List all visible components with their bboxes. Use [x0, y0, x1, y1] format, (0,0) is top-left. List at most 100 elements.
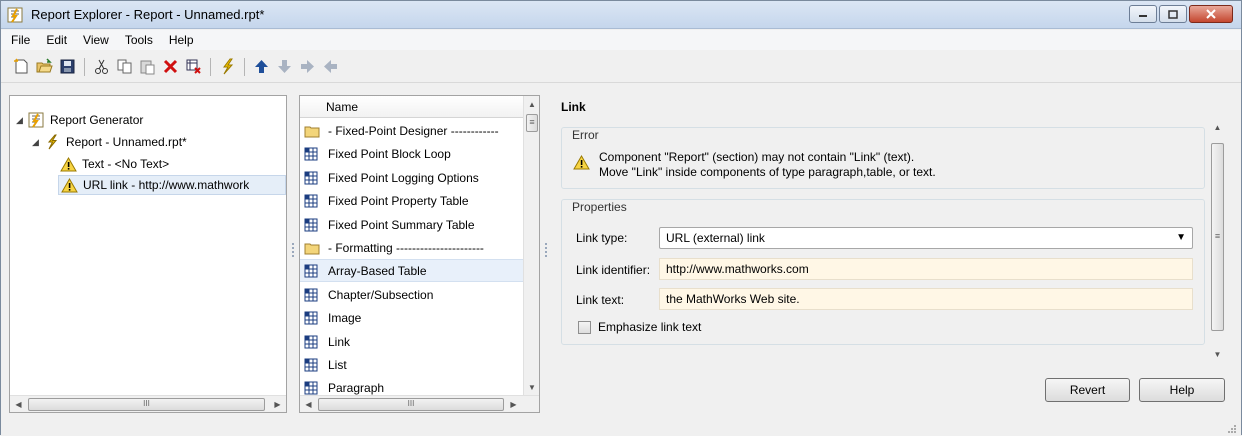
list-item-formatting[interactable]: - Formatting ---------------------- — [300, 236, 524, 259]
splitter-handle[interactable] — [543, 241, 549, 265]
copy-button[interactable] — [114, 56, 135, 78]
warning-icon — [60, 156, 78, 172]
menu-tools[interactable]: Tools — [117, 33, 161, 47]
revert-button[interactable]: Revert — [1045, 378, 1130, 402]
save-button[interactable] — [57, 56, 78, 78]
list-vertical-scrollbar[interactable]: ▲ ≡ ▼ — [523, 96, 539, 396]
menu-help[interactable]: Help — [161, 33, 202, 47]
paste-button[interactable] — [137, 56, 158, 78]
properties-group: Properties Link type: URL (external) lin… — [561, 199, 1205, 345]
open-button[interactable] — [34, 56, 55, 78]
expand-arrow-icon[interactable]: ◢ — [16, 115, 28, 126]
close-icon — [1206, 9, 1216, 19]
list-item-label: List — [328, 357, 347, 372]
move-up-icon — [255, 60, 268, 73]
move-down-button[interactable] — [274, 56, 295, 78]
link-identifier-label: Link identifier: — [576, 263, 651, 277]
emphasize-link-text-checkbox[interactable] — [578, 321, 591, 334]
resize-grip-icon[interactable] — [1227, 424, 1237, 434]
list-item-label: Fixed Point Summary Table — [328, 217, 475, 232]
properties-vertical-scrollbar[interactable]: ▲ ≡ ▼ — [1209, 119, 1226, 363]
table-component-icon — [304, 334, 320, 350]
tree-item-report[interactable]: ◢ Report - Unnamed.rpt* — [32, 132, 187, 152]
report-lightning-icon — [44, 134, 62, 150]
scroll-down-icon[interactable]: ▼ — [524, 379, 539, 396]
list-item-label: Chapter/Subsection — [328, 287, 434, 302]
link-type-select[interactable]: URL (external) link ▼ — [659, 227, 1193, 249]
list-item-list[interactable]: List — [300, 353, 524, 376]
scroll-right-icon[interactable]: ▶ — [269, 396, 286, 413]
tree-horizontal-scrollbar[interactable]: ◀ III ▶ — [10, 395, 286, 412]
list-item-label: Image — [328, 310, 362, 325]
column-header-name[interactable]: Name — [300, 96, 524, 118]
list-item-image[interactable]: Image — [300, 306, 524, 329]
list-item-label: Fixed Point Block Loop — [328, 146, 451, 161]
splitter-handle[interactable] — [290, 241, 296, 265]
menu-file[interactable]: File — [1, 33, 38, 47]
run-report-button[interactable] — [217, 56, 238, 78]
scroll-up-icon[interactable]: ▲ — [524, 96, 539, 113]
move-up-button[interactable] — [251, 56, 272, 78]
menu-view[interactable]: View — [75, 33, 117, 47]
list-item-fixed-point-block-loop[interactable]: Fixed Point Block Loop — [300, 142, 524, 165]
expand-arrow-icon[interactable]: ◢ — [32, 137, 44, 148]
scrollbar-thumb[interactable]: III — [28, 398, 265, 411]
maximize-icon — [1168, 9, 1178, 19]
minimize-button[interactable] — [1129, 5, 1157, 23]
list-item-label: Fixed Point Logging Options — [328, 170, 479, 185]
move-right-icon — [301, 60, 314, 73]
menu-edit[interactable]: Edit — [38, 33, 75, 47]
scroll-up-icon[interactable]: ▲ — [1209, 119, 1226, 136]
report-generator-app-icon — [7, 7, 23, 23]
close-button[interactable] — [1189, 5, 1233, 23]
scroll-right-icon[interactable]: ▶ — [505, 396, 522, 412]
title-bar[interactable]: Report Explorer - Report - Unnamed.rpt* — [1, 1, 1241, 29]
report-outline-tree[interactable]: ◢ Report Generator ◢ Report - Unnamed.rp… — [9, 95, 287, 413]
cut-button[interactable] — [91, 56, 112, 78]
list-item-fixed-point-designer[interactable]: - Fixed-Point Designer ------------ — [300, 119, 524, 142]
link-text-input[interactable]: the MathWorks Web site. — [659, 288, 1193, 310]
status-bar — [1, 419, 1241, 436]
component-list[interactable]: Name - Fixed-Point Designer ------------… — [299, 95, 540, 413]
menu-bar: File Edit View Tools Help — [1, 30, 1241, 50]
properties-group-legend: Properties — [570, 200, 629, 214]
move-left-button[interactable] — [320, 56, 341, 78]
folder-icon — [304, 240, 320, 256]
maximize-button[interactable] — [1159, 5, 1187, 23]
list-item-fixed-point-property-table[interactable]: Fixed Point Property Table — [300, 189, 524, 212]
table-component-icon — [304, 263, 320, 279]
warning-icon — [573, 154, 590, 173]
table-component-icon — [304, 357, 320, 373]
open-folder-icon — [36, 58, 53, 73]
table-component-icon — [304, 146, 320, 162]
tree-item-url-link[interactable]: URL link - http://www.mathwork — [58, 175, 286, 195]
tree-item-text[interactable]: Text - <No Text> — [60, 154, 169, 174]
scrollbar-thumb[interactable]: ≡ — [526, 114, 538, 132]
list-item-chapter-subsection[interactable]: Chapter/Subsection — [300, 283, 524, 306]
move-down-icon — [278, 60, 291, 73]
window-controls — [1129, 5, 1233, 23]
list-item-fixed-point-summary-table[interactable]: Fixed Point Summary Table — [300, 213, 524, 236]
list-horizontal-scrollbar[interactable]: ◀ III ▶ — [300, 395, 539, 412]
new-button[interactable] — [11, 56, 32, 78]
scroll-left-icon[interactable]: ◀ — [10, 396, 27, 413]
scrollbar-thumb[interactable]: ≡ — [1211, 143, 1224, 331]
list-item-link[interactable]: Link — [300, 330, 524, 353]
dropdown-arrow-icon: ▼ — [1176, 232, 1186, 243]
delete-button[interactable] — [160, 56, 181, 78]
link-identifier-input[interactable]: http://www.mathworks.com — [659, 258, 1193, 280]
scroll-down-icon[interactable]: ▼ — [1209, 346, 1226, 363]
list-item-label: Array-Based Table — [328, 263, 427, 278]
delete-component-button[interactable] — [183, 56, 204, 78]
link-type-value: URL (external) link — [666, 231, 765, 245]
help-button[interactable]: Help — [1139, 378, 1225, 402]
list-item-fixed-point-logging-options[interactable]: Fixed Point Logging Options — [300, 166, 524, 189]
save-icon — [60, 59, 75, 74]
list-item-array-based-table[interactable]: Array-Based Table — [300, 259, 524, 282]
minimize-icon — [1139, 15, 1147, 17]
scrollbar-thumb[interactable]: III — [318, 398, 504, 411]
move-right-button[interactable] — [297, 56, 318, 78]
table-component-icon — [304, 287, 320, 303]
tree-item-report-generator[interactable]: ◢ Report Generator — [16, 110, 143, 130]
scroll-left-icon[interactable]: ◀ — [300, 396, 317, 412]
